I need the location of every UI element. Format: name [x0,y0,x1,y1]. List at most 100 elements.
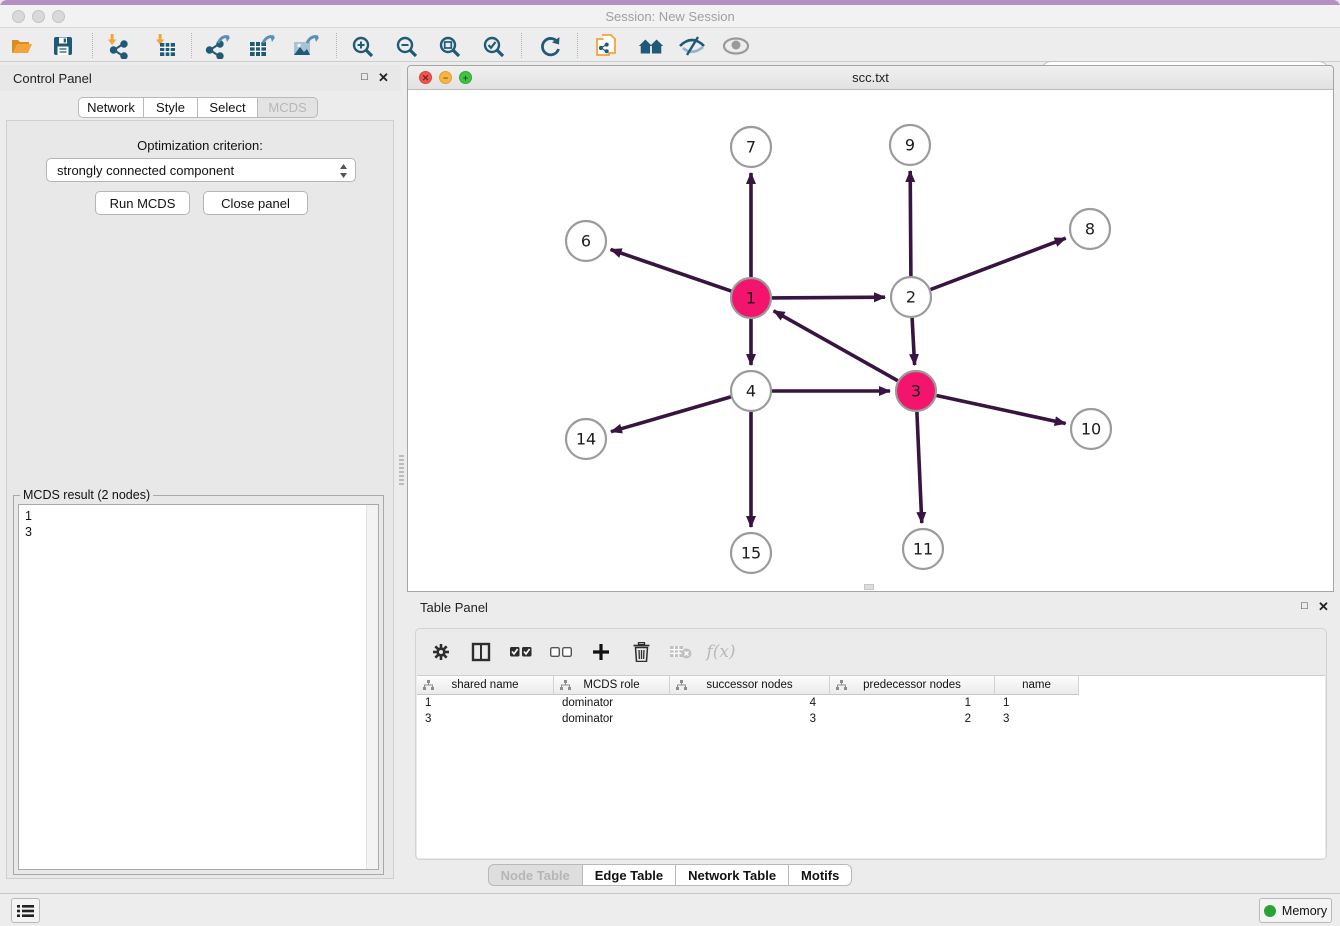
table-panel-close-icon[interactable]: ✕ [1316,599,1331,614]
import-network-icon[interactable] [103,32,131,60]
open-file-icon[interactable] [8,32,36,60]
panel-splitter-handle[interactable] [399,455,404,487]
column-header-MCDS-role[interactable]: MCDS role [554,676,670,695]
control-panel-header: Control Panel □ ✕ [0,65,401,91]
node-9[interactable]: 9 [890,125,930,165]
select-all-icon[interactable] [508,639,534,665]
import-table-icon[interactable] [151,32,179,60]
tab-mcds[interactable]: MCDS [258,97,318,118]
edge-3-1[interactable] [774,311,898,381]
node-7[interactable]: 7 [731,127,771,167]
tab-style[interactable]: Style [144,97,198,118]
control-panel-float-icon[interactable]: □ [357,70,372,85]
node-14[interactable]: 14 [566,419,606,459]
zoom-selected-icon[interactable] [479,32,507,60]
table-cell[interactable]: 3 [670,711,830,727]
node-label: 6 [581,232,591,251]
node-15[interactable]: 15 [731,533,771,573]
column-header-successor-nodes[interactable]: successor nodes [670,676,830,695]
add-column-icon[interactable] [588,639,614,665]
tab-motifs[interactable]: Motifs [789,864,852,886]
save-session-icon[interactable] [49,32,77,60]
node-11[interactable]: 11 [903,529,943,569]
table-panel-float-icon[interactable]: □ [1297,599,1312,614]
control-panel-title: Control Panel [13,71,92,86]
table-cell[interactable]: 2 [830,711,995,727]
app-title: Session: New Session [0,9,1340,24]
canvas-resize-handle[interactable] [864,584,874,590]
node-8[interactable]: 8 [1070,209,1110,249]
edge-2-8[interactable] [931,238,1066,289]
node-6[interactable]: 6 [566,221,606,261]
table-cell[interactable]: dominator [554,695,670,711]
column-header-name[interactable]: name [995,676,1079,695]
edge-2-9[interactable] [910,171,911,276]
tab-select[interactable]: Select [198,97,258,118]
column-header-predecessor-nodes[interactable]: predecessor nodes [830,676,995,695]
mcds-result-group: MCDS result (2 nodes) 13 [13,495,384,875]
task-list-icon [17,904,34,918]
table-cell[interactable]: 1 [830,695,995,711]
deselect-all-icon[interactable] [548,639,574,665]
edge-1-2[interactable] [772,297,885,298]
column-label: MCDS role [554,679,669,691]
edge-2-3[interactable] [912,318,915,365]
mcds-result-item[interactable]: 3 [25,524,378,540]
delete-column-icon[interactable] [628,639,654,665]
export-network-icon[interactable] [204,32,232,60]
network-window-titlebar[interactable]: ✕ − + scc.txt [408,66,1333,90]
column-label: shared name [417,679,553,691]
table-row[interactable]: 1dominator411 [417,695,1325,711]
result-scrollbar[interactable] [366,505,378,869]
table-cell[interactable]: 4 [670,695,830,711]
table-cell[interactable]: 3 [995,711,1079,727]
node-4[interactable]: 4 [731,371,771,411]
table-cell[interactable]: dominator [554,711,670,727]
column-type-icon [676,680,687,694]
zoom-out-icon[interactable] [392,32,420,60]
close-panel-button[interactable]: Close panel [203,191,308,215]
mcds-result-title: MCDS result (2 nodes) [20,488,153,502]
column-header-shared-name[interactable]: shared name [417,676,554,695]
table-settings-icon[interactable] [428,639,454,665]
mcds-result-item[interactable]: 1 [25,508,378,524]
tab-network[interactable]: Network [78,97,144,118]
table-cell[interactable]: 3 [417,711,554,727]
mcds-result-list[interactable]: 13 [18,504,379,870]
table-row[interactable]: 3dominator323 [417,711,1325,727]
memory-button[interactable]: Memory [1259,898,1332,923]
zoom-fit-icon[interactable] [435,32,463,60]
criterion-select[interactable]: strongly connected component [46,158,356,182]
tab-node-table[interactable]: Node Table [488,864,583,886]
show-all-icon[interactable] [722,32,750,60]
export-table-icon[interactable] [248,32,276,60]
refresh-view-icon[interactable] [536,32,564,60]
node-1[interactable]: 1 [731,278,771,318]
node-3[interactable]: 3 [896,371,936,411]
table-cell[interactable]: 1 [417,695,554,711]
export-image-icon[interactable] [292,32,320,60]
criterion-value: strongly connected component [57,163,234,178]
column-type-icon [836,680,847,694]
zoom-in-icon[interactable] [348,32,376,60]
run-mcds-button[interactable]: Run MCDS [95,191,190,215]
edge-3-10[interactable] [937,396,1066,424]
tab-network-table[interactable]: Network Table [676,864,789,886]
home-view-icon[interactable] [637,32,665,60]
clone-network-icon[interactable] [592,32,620,60]
control-panel-close-icon[interactable]: ✕ [376,70,391,85]
node-10[interactable]: 10 [1071,409,1111,449]
app-titlebar[interactable]: Session: New Session [0,5,1340,28]
node-label: 9 [905,136,915,155]
edge-1-6[interactable] [611,250,732,292]
edge-4-14[interactable] [611,397,731,432]
node-2[interactable]: 2 [891,277,931,317]
hide-selected-icon[interactable] [678,32,706,60]
toggle-panel-icon[interactable] [468,639,494,665]
task-history-button[interactable] [11,898,40,923]
tab-edge-table[interactable]: Edge Table [583,864,676,886]
network-canvas[interactable]: 7 9 6 8 1 2 4 3 14 10 15 11 [408,90,1333,591]
fx-label: f(x) [706,642,735,662]
table-cell[interactable]: 1 [995,695,1079,711]
edge-3-11[interactable] [917,412,922,523]
